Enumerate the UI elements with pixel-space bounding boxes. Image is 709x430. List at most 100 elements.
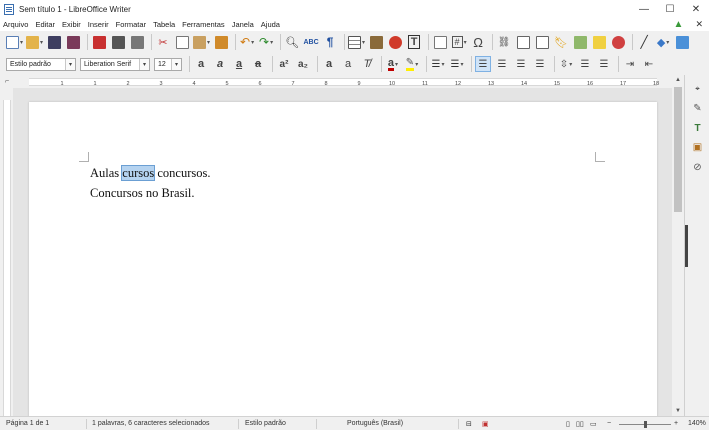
zoom-out-button[interactable]: −: [607, 420, 611, 427]
align-left-button[interactable]: ☰: [475, 56, 491, 72]
scroll-up-arrow-icon[interactable]: ▲: [672, 75, 684, 85]
ordered-list-button[interactable]: ☰: [449, 56, 465, 72]
tab-stop-type-icon[interactable]: ⌐: [5, 78, 9, 85]
paste-button[interactable]: [193, 34, 210, 50]
bold-button[interactable]: a: [193, 56, 209, 72]
gallery-icon[interactable]: ▣: [690, 140, 705, 155]
basic-shapes-button[interactable]: ◆: [655, 34, 671, 50]
chevron-down-icon[interactable]: ▾: [139, 58, 149, 70]
minimize-button[interactable]: —: [631, 0, 657, 18]
vertical-ruler[interactable]: [0, 88, 13, 416]
subscript-button[interactable]: a₂: [295, 56, 311, 72]
menu-inserir[interactable]: Inserir: [88, 20, 109, 29]
insert-mode-icon[interactable]: ⊟: [466, 420, 472, 428]
justify-button[interactable]: ☰: [532, 56, 548, 72]
word-count[interactable]: 1 palavras, 6 caracteres selecionados: [92, 420, 210, 427]
menu-formatar[interactable]: Formatar: [116, 20, 146, 29]
font-size-combo[interactable]: 12 ▾: [154, 57, 182, 71]
insert-table-button[interactable]: [348, 34, 365, 50]
underline-button[interactable]: a: [231, 56, 247, 72]
font-color-button[interactable]: a: [385, 56, 401, 72]
print-button[interactable]: [110, 34, 126, 50]
book-view-icon[interactable]: ▭: [590, 420, 597, 428]
horizontal-ruler[interactable]: ⌐ 1 1 2 3 4 5 6 7 8 9 10 11 12 13 14 15 16 17 18: [0, 75, 685, 88]
sidebar-collapse-handle[interactable]: [685, 225, 688, 267]
paragraph-style-combo[interactable]: Estilo padrão ▾: [6, 57, 76, 71]
menu-exibir[interactable]: Exibir: [62, 20, 81, 29]
selected-text[interactable]: cursos: [121, 165, 156, 181]
close-document-button[interactable]: ✕: [695, 19, 703, 30]
spelling-button[interactable]: ABC: [303, 34, 319, 50]
page-style[interactable]: Estilo padrão: [245, 420, 286, 427]
menu-ajuda[interactable]: Ajuda: [261, 20, 280, 29]
clone-formatting-button[interactable]: [213, 34, 229, 50]
scroll-down-arrow-icon[interactable]: ▼: [672, 406, 684, 416]
maximize-button[interactable]: ☐: [657, 0, 683, 18]
menu-editar[interactable]: Editar: [35, 20, 55, 29]
insert-endnote-button[interactable]: [534, 34, 550, 50]
cut-button[interactable]: ✂: [155, 34, 171, 50]
menu-arquivo[interactable]: Arquivo: [3, 20, 28, 29]
increase-indent-button[interactable]: ⇥: [622, 56, 638, 72]
outline-button[interactable]: a: [340, 56, 356, 72]
save-button[interactable]: [46, 34, 62, 50]
navigator-icon[interactable]: ⊘: [690, 160, 705, 175]
align-center-button[interactable]: ☰: [494, 56, 510, 72]
properties-icon[interactable]: ✎: [690, 101, 705, 116]
chevron-down-icon[interactable]: ▾: [65, 58, 75, 70]
undo-button[interactable]: ↶: [239, 34, 255, 50]
line-spacing-button[interactable]: ⇳: [558, 56, 574, 72]
open-button[interactable]: [26, 34, 43, 50]
print-preview-button[interactable]: [129, 34, 145, 50]
save-as-button[interactable]: [65, 34, 81, 50]
insert-image-button[interactable]: [368, 34, 384, 50]
align-right-button[interactable]: ☰: [513, 56, 529, 72]
document-modified-icon[interactable]: ▣: [482, 420, 489, 428]
insert-textbox-button[interactable]: T: [406, 34, 422, 50]
superscript-button[interactable]: a²: [276, 56, 292, 72]
italic-button[interactable]: a: [212, 56, 228, 72]
sidebar-menu-icon[interactable]: ⌖: [690, 81, 705, 96]
page-count[interactable]: Página 1 de 1: [6, 420, 49, 427]
decrease-indent-button[interactable]: ⇤: [641, 56, 657, 72]
insert-line-button[interactable]: ╱: [636, 34, 652, 50]
menu-janela[interactable]: Janela: [232, 20, 254, 29]
insert-footnote-button[interactable]: [515, 34, 531, 50]
update-available-icon[interactable]: ▲: [674, 19, 684, 30]
formatting-marks-button[interactable]: ¶: [322, 34, 338, 50]
paragraph-2[interactable]: Concursos no Brasil.: [90, 186, 211, 206]
styles-icon[interactable]: T: [690, 121, 705, 136]
chevron-down-icon[interactable]: ▾: [171, 58, 181, 70]
vertical-scrollbar[interactable]: ▲ ▼: [672, 75, 684, 416]
export-pdf-button[interactable]: [91, 34, 107, 50]
insert-field-button[interactable]: #: [451, 34, 467, 50]
zoom-in-button[interactable]: +: [674, 420, 678, 427]
find-replace-button[interactable]: 🔍︎: [284, 34, 300, 50]
track-changes-button[interactable]: [610, 34, 626, 50]
shadow-button[interactable]: a: [321, 56, 337, 72]
highlight-color-button[interactable]: ✎: [404, 56, 420, 72]
insert-special-character-button[interactable]: Ω: [470, 34, 486, 50]
strikethrough-button[interactable]: a: [250, 56, 266, 72]
paragraph-1[interactable]: Aulas cursos concursos.: [90, 165, 211, 186]
new-document-button[interactable]: [6, 34, 23, 50]
document-page[interactable]: Aulas cursos concursos. Concursos no Bra…: [29, 102, 657, 416]
scrollbar-thumb[interactable]: [674, 87, 682, 212]
zoom-level[interactable]: 140%: [688, 420, 706, 427]
document-area[interactable]: Aulas cursos concursos. Concursos no Bra…: [0, 88, 672, 416]
zoom-slider[interactable]: [619, 421, 671, 428]
single-page-view-icon[interactable]: ▯: [566, 420, 570, 428]
redo-button[interactable]: ↷: [258, 34, 274, 50]
font-name-combo[interactable]: Liberation Serif ▾: [80, 57, 150, 71]
copy-button[interactable]: [174, 34, 190, 50]
insert-page-break-button[interactable]: [432, 34, 448, 50]
multi-page-view-icon[interactable]: ▯▯: [576, 420, 584, 428]
sidebar-toggle-button[interactable]: [674, 34, 690, 50]
language[interactable]: Português (Brasil): [347, 420, 403, 427]
insert-hyperlink-button[interactable]: ⛓: [496, 34, 512, 50]
document-text[interactable]: Aulas cursos concursos. Concursos no Bra…: [90, 165, 211, 206]
insert-comment-button[interactable]: [591, 34, 607, 50]
insert-bookmark-button[interactable]: 🔖︎: [553, 34, 569, 50]
decrease-paragraph-spacing-button[interactable]: ☰: [596, 56, 612, 72]
menu-ferramentas[interactable]: Ferramentas: [182, 20, 225, 29]
